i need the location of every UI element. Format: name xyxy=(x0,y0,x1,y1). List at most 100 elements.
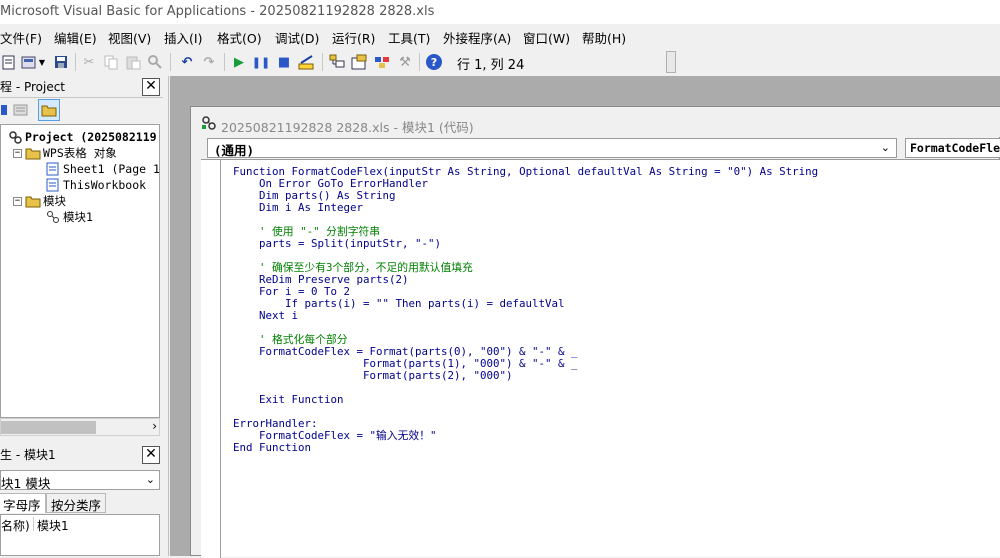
code-line[interactable]: End Function xyxy=(233,442,818,454)
property-divider xyxy=(33,517,34,531)
code-keyword: Exit Function xyxy=(233,393,344,406)
tab-categorized[interactable]: 按分类序 xyxy=(46,493,107,513)
tree-item-label: WPS表格 对象 xyxy=(43,146,117,160)
code-line[interactable]: If parts(i) = "" Then parts(i) = default… xyxy=(233,298,818,310)
tree-item-label: 模块1 xyxy=(63,210,93,224)
menu-window[interactable]: 窗口(W) xyxy=(523,28,570,47)
folder-icon xyxy=(25,146,41,160)
reset-icon[interactable]: ■ xyxy=(275,53,293,71)
view-excel-icon[interactable] xyxy=(0,53,18,71)
toolbar-overflow-grip[interactable] xyxy=(666,51,676,73)
code-lines: Function FormatCodeFlex(inputStr As Stri… xyxy=(233,166,818,454)
tree-item-module1[interactable]: 模块1 xyxy=(45,209,93,225)
code-text: i xyxy=(291,309,299,322)
menu-help[interactable]: 帮助(H) xyxy=(582,28,626,47)
code-text: defaultVal xyxy=(577,165,650,178)
tab-alphabetic[interactable]: 字母序 xyxy=(0,493,46,513)
scrollbar-thumb[interactable] xyxy=(1,421,96,434)
tree-item-wps-objects[interactable]: WPS表格 对象 xyxy=(25,145,117,161)
property-row-name[interactable]: 名称) 模块1 xyxy=(1,517,69,534)
margin-indicator-bar[interactable] xyxy=(201,160,221,558)
code-line[interactable]: FormatCodeFlex = "输入无效！" xyxy=(233,430,818,442)
scroll-right-icon[interactable]: › xyxy=(152,419,157,433)
design-mode-icon[interactable] xyxy=(298,53,316,71)
menu-view[interactable]: 视图(V) xyxy=(108,28,151,47)
object-combo[interactable]: (通用) ⌄ xyxy=(207,138,897,158)
properties-object-combo[interactable]: 块1 模块 ⌄ xyxy=(0,470,160,491)
cut-icon[interactable]: ✂ xyxy=(80,53,98,71)
menu-format[interactable]: 格式(O) xyxy=(217,28,262,47)
properties-panel-title: 生 - 模块1 xyxy=(0,448,56,462)
tree-item-sheet1[interactable]: Sheet1 (Page 1) xyxy=(45,161,160,177)
properties-object-value: 块1 模块 xyxy=(1,476,51,491)
menu-bar: 文件(F) 编辑(E) 视图(V) 插入(I) 格式(O) 调试(D) 运行(R… xyxy=(0,24,1000,48)
menu-addins[interactable]: 外接程序(A) xyxy=(443,28,511,47)
tree-item-project[interactable]: Project (2025082119 xyxy=(7,129,157,145)
code-line[interactable]: Next i xyxy=(233,310,818,322)
panel-splitter[interactable] xyxy=(163,76,169,556)
properties-icon[interactable] xyxy=(350,53,368,71)
project-explorer-icon[interactable] xyxy=(328,53,346,71)
properties-grid: 名称) 模块1 xyxy=(0,514,160,556)
redo-icon[interactable]: ↷ xyxy=(200,53,218,71)
collapse-icon[interactable]: − xyxy=(13,197,22,206)
toolbox-icon[interactable]: ⚒ xyxy=(396,53,414,71)
tree-horizontal-scrollbar[interactable]: › xyxy=(0,418,160,436)
menu-run[interactable]: 运行(R) xyxy=(332,28,375,47)
menu-insert[interactable]: 插入(I) xyxy=(164,28,202,47)
chevron-down-icon[interactable]: ⌄ xyxy=(146,473,155,486)
project-header: 程 - Project ✕ xyxy=(0,76,163,98)
folder-icon xyxy=(25,194,41,208)
object-browser-icon[interactable] xyxy=(373,53,391,71)
code-line[interactable]: Exit Function xyxy=(233,394,818,406)
tree-item-thisworkbook[interactable]: ThisWorkbook xyxy=(45,177,146,193)
sheet-icon xyxy=(45,162,61,176)
menu-file[interactable]: 文件(F) xyxy=(0,28,42,47)
code-text: = "0") xyxy=(707,165,760,178)
close-icon[interactable]: ✕ xyxy=(142,78,160,96)
project-icon xyxy=(7,130,23,144)
code-line[interactable]: Format(parts(2), "000") xyxy=(233,370,818,382)
insert-module-icon[interactable] xyxy=(20,53,38,71)
toolbar-separator xyxy=(419,53,420,71)
code-keyword: End Function xyxy=(233,441,312,454)
code-keyword: Next xyxy=(233,309,292,322)
toolbar-separator xyxy=(224,53,225,71)
object-combo-value: (通用) xyxy=(214,143,255,158)
project-explorer: 程 - Project ✕ Project (2025082119 − WPS表… xyxy=(0,76,163,440)
close-icon[interactable]: ✕ xyxy=(142,446,160,464)
menu-edit[interactable]: 编辑(E) xyxy=(54,28,97,47)
undo-icon[interactable]: ↶ xyxy=(178,53,196,71)
cursor-position-indicator: 行 1, 列 24 xyxy=(457,58,525,73)
code-line[interactable]: parts = Split(inputStr, "-") xyxy=(233,238,818,250)
code-line[interactable] xyxy=(233,406,818,418)
code-keyword: As String xyxy=(759,165,819,178)
workbook-icon xyxy=(45,178,61,192)
svg-text:?: ? xyxy=(431,56,437,69)
view-object-icon[interactable] xyxy=(12,101,30,119)
project-panel-title: 程 - Project xyxy=(0,80,66,94)
menu-debug[interactable]: 调试(D) xyxy=(275,28,319,47)
code-keyword: As String xyxy=(447,165,507,178)
toggle-folders-icon[interactable] xyxy=(38,99,60,121)
code-text: parts(i) = "" xyxy=(304,297,396,310)
break-icon[interactable]: ❚❚ xyxy=(252,53,270,71)
collapse-icon[interactable]: − xyxy=(13,149,22,158)
chevron-down-icon[interactable]: ⌄ xyxy=(881,141,890,154)
menu-tools[interactable]: 工具(T) xyxy=(388,28,430,47)
paste-icon[interactable] xyxy=(124,53,142,71)
chevron-down-icon[interactable]: ▼ xyxy=(37,53,47,71)
tree-item-modules[interactable]: 模块 xyxy=(25,193,66,209)
help-icon[interactable]: ? xyxy=(425,53,443,71)
run-icon[interactable]: ▶ xyxy=(230,53,248,71)
code-text: Format(parts(2), "000") xyxy=(233,369,513,382)
save-icon[interactable] xyxy=(52,53,70,71)
property-name: 名称) xyxy=(1,519,30,533)
procedure-combo[interactable]: FormatCodeFlex xyxy=(905,138,1000,158)
code-line[interactable]: Dim i As Integer xyxy=(233,202,818,214)
code-editor[interactable]: Function FormatCodeFlex(inputStr As Stri… xyxy=(201,159,1000,558)
tree-item-label: Sheet1 (Page 1) xyxy=(63,162,160,176)
find-icon[interactable] xyxy=(146,53,164,71)
copy-icon[interactable] xyxy=(102,53,120,71)
tree-item-label: Project (2025082119 xyxy=(25,130,157,144)
